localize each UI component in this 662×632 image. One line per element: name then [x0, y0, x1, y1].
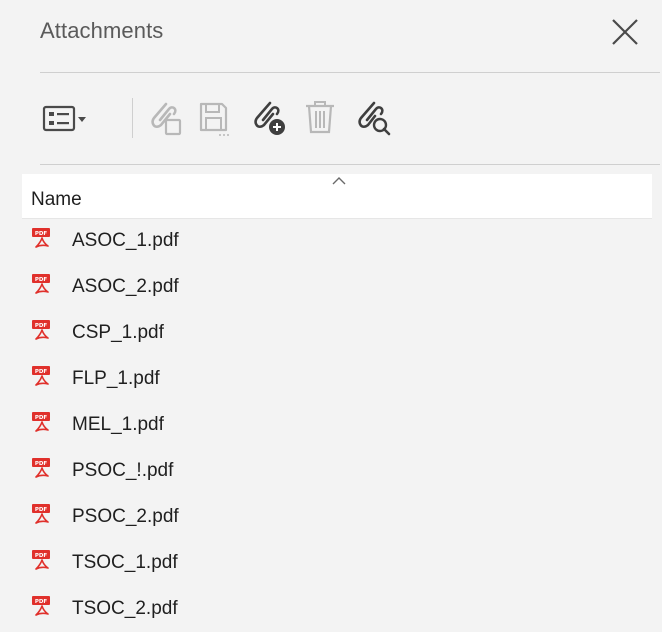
open-attachment-button[interactable]	[142, 96, 186, 140]
file-name: PSOC_2.pdf	[72, 506, 179, 527]
file-row[interactable]: PDF CSP_1.pdf	[22, 312, 652, 356]
delete-attachment-button[interactable]	[298, 96, 342, 140]
svg-text:PDF: PDF	[35, 553, 48, 559]
toolbar-divider	[40, 164, 660, 165]
search-attachment-icon	[358, 101, 391, 136]
svg-text:PDF: PDF	[35, 231, 48, 237]
file-name: FLP_1.pdf	[72, 368, 160, 389]
file-row[interactable]: PDF TSOC_2.pdf	[22, 588, 652, 632]
close-icon	[612, 19, 638, 45]
file-row[interactable]: PDF PSOC_!.pdf	[22, 450, 652, 494]
file-name: ASOC_1.pdf	[72, 230, 179, 251]
pdf-file-icon: PDF	[30, 502, 54, 528]
file-row[interactable]: PDF MEL_1.pdf	[22, 404, 652, 448]
sort-ascending-icon	[332, 177, 346, 185]
name-column-header[interactable]: Name	[22, 174, 652, 219]
svg-text:PDF: PDF	[35, 277, 48, 283]
pdf-file-icon: PDF	[30, 364, 54, 390]
pdf-file-icon: PDF	[30, 456, 54, 482]
name-column-label: Name	[31, 189, 82, 210]
file-name: TSOC_1.pdf	[72, 552, 178, 573]
file-name: CSP_1.pdf	[72, 322, 164, 343]
add-attachment-icon	[254, 101, 285, 135]
svg-text:PDF: PDF	[35, 369, 48, 375]
svg-text:PDF: PDF	[35, 599, 48, 605]
view-options-button[interactable]	[40, 96, 120, 140]
svg-text:PDF: PDF	[35, 507, 48, 513]
add-attachment-button[interactable]	[246, 96, 290, 140]
toolbar-separator	[132, 98, 133, 138]
pdf-file-icon: PDF	[30, 272, 54, 298]
file-row[interactable]: PDF ASOC_1.pdf	[22, 220, 652, 264]
file-row[interactable]: PDF FLP_1.pdf	[22, 358, 652, 402]
panel-header: Attachments	[40, 14, 660, 54]
view-options-icon	[42, 105, 86, 132]
pdf-file-icon: PDF	[30, 594, 54, 620]
attachments-toolbar	[40, 90, 660, 146]
pdf-file-icon: PDF	[30, 548, 54, 574]
search-attachment-button[interactable]	[350, 96, 394, 140]
file-row[interactable]: PDF TSOC_1.pdf	[22, 542, 652, 586]
attachments-panel: Attachments Name PDF ASOC_1.pdf PDF ASOC…	[0, 0, 662, 619]
file-row[interactable]: PDF PSOC_2.pdf	[22, 496, 652, 540]
open-attachment-icon	[151, 102, 182, 136]
file-name: MEL_1.pdf	[72, 414, 164, 435]
svg-text:PDF: PDF	[35, 461, 48, 467]
panel-title: Attachments	[40, 18, 164, 43]
pdf-file-icon: PDF	[30, 318, 54, 344]
pdf-file-icon: PDF	[30, 226, 54, 252]
file-name: ASOC_2.pdf	[72, 276, 179, 297]
svg-text:PDF: PDF	[35, 415, 48, 421]
save-attachment-button[interactable]	[192, 96, 236, 140]
header-divider	[40, 72, 660, 73]
file-name: PSOC_!.pdf	[72, 460, 174, 481]
file-name: TSOC_2.pdf	[72, 598, 178, 619]
pdf-file-icon: PDF	[30, 410, 54, 436]
close-button[interactable]	[606, 14, 646, 54]
delete-attachment-icon	[306, 101, 334, 134]
attachments-list: Name PDF ASOC_1.pdf PDF ASOC_2.pdf PDF CSP_1.…	[22, 174, 652, 619]
file-row[interactable]: PDF ASOC_2.pdf	[22, 266, 652, 310]
svg-text:PDF: PDF	[35, 323, 48, 329]
save-attachment-icon	[199, 102, 229, 136]
